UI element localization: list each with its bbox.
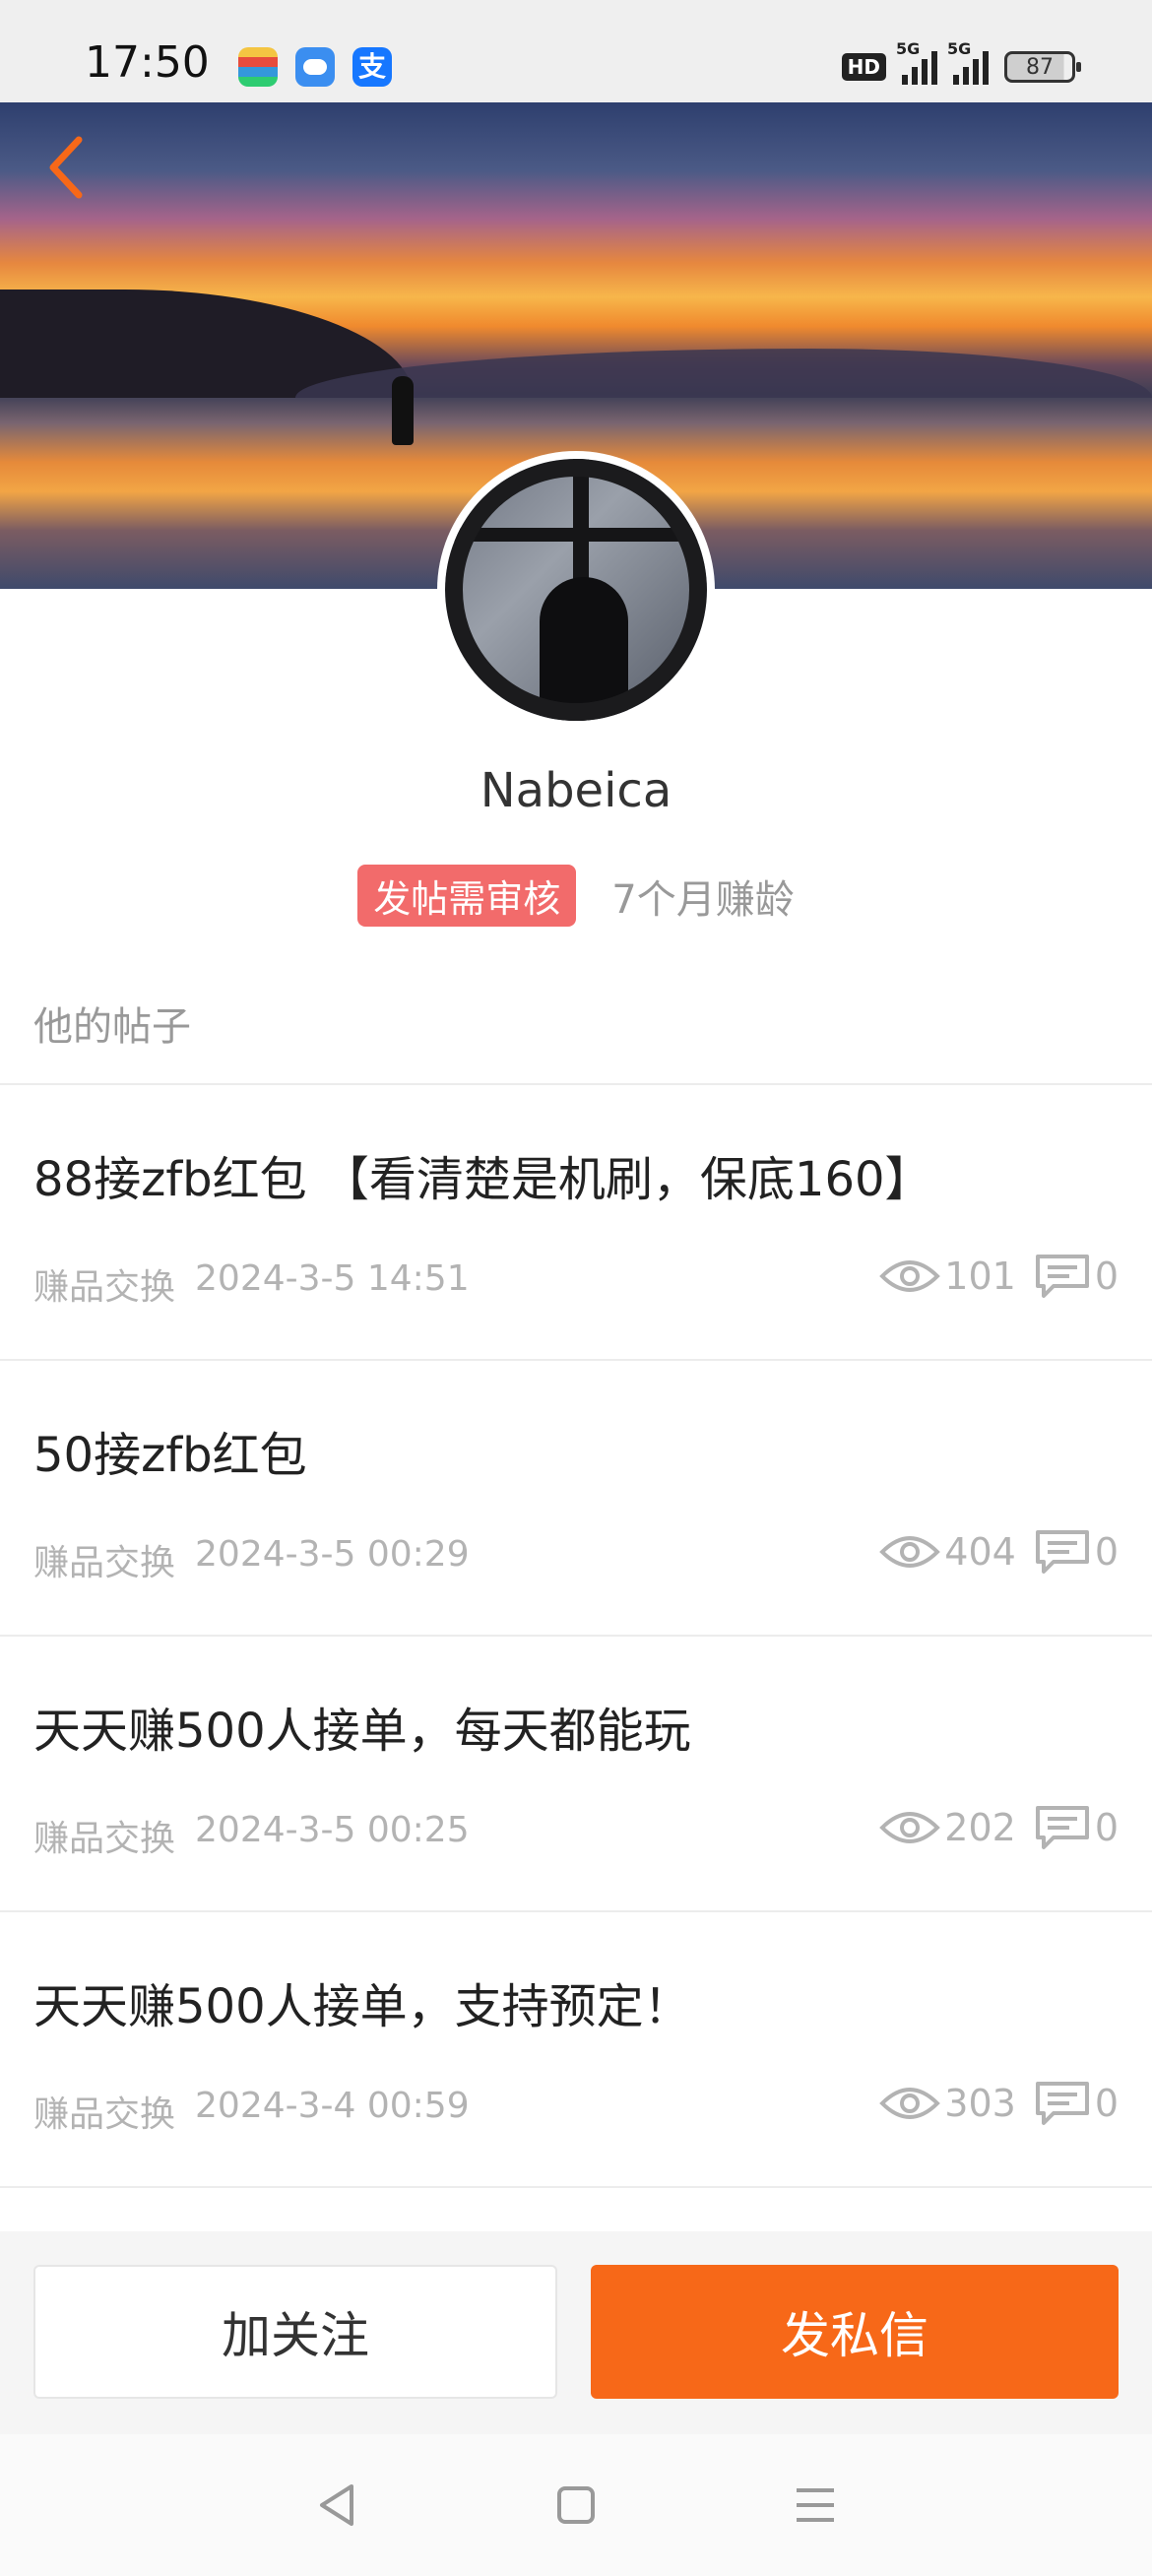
status-indicators: HD 5G 5G 87: [841, 39, 1081, 85]
post-category: 赚品交换: [33, 1543, 176, 1583]
notification-icons: 支: [238, 47, 392, 87]
post-title[interactable]: 50接zfb红包: [33, 1416, 307, 1485]
post-time: 2024-3-5 14:51: [195, 1258, 470, 1299]
home-nav-icon[interactable]: [551, 2480, 601, 2530]
eye-icon: [879, 1260, 941, 1292]
post-meta: 赚品交换 2024-3-5 14:51: [33, 1258, 470, 1310]
signal-icon: 5G: [947, 39, 989, 85]
comment-icon: [1035, 1806, 1089, 1849]
battery-icon: 87: [1004, 51, 1081, 83]
hd-icon: HD: [841, 53, 886, 81]
menu-nav-icon[interactable]: [791, 2480, 840, 2530]
posts-section-title: 他的帖子: [33, 1004, 191, 1050]
profile-badges: 发帖需审核 7个月赚龄: [0, 865, 1152, 927]
post-title[interactable]: 天天赚500人接单，每天都能玩: [33, 1692, 691, 1761]
view-count-value: 202: [944, 1806, 1016, 1849]
avatar[interactable]: [437, 451, 715, 729]
back-nav-icon[interactable]: [312, 2480, 361, 2530]
post-category: 赚品交换: [33, 2094, 176, 2135]
earn-age-label: 7个月赚龄: [611, 876, 795, 923]
comment-count-value: 0: [1094, 1255, 1119, 1298]
eye-icon: [879, 2088, 941, 2119]
post-list: 88接zfb红包 【看清楚是机刷，保底160】 赚品交换 2024-3-5 14…: [0, 1085, 1152, 2188]
comment-icon: [1035, 1255, 1089, 1298]
status-time: 17:50: [85, 37, 210, 88]
post-stats: 101 0: [879, 1253, 1119, 1300]
back-arrow-icon[interactable]: [39, 128, 98, 207]
post-meta: 赚品交换 2024-3-5 00:29: [33, 1534, 470, 1585]
post-stats: 404 0: [879, 1528, 1119, 1576]
eye-icon: [879, 1536, 941, 1568]
post-time: 2024-3-4 00:59: [195, 2086, 470, 2126]
comment-count: 0: [1034, 1528, 1119, 1576]
send-message-button[interactable]: 发私信: [591, 2265, 1119, 2399]
post-item[interactable]: 88接zfb红包 【看清楚是机刷，保底160】 赚品交换 2024-3-5 14…: [0, 1085, 1152, 1361]
post-stats: 303 0: [879, 2080, 1119, 2127]
comment-count-value: 0: [1094, 1806, 1119, 1849]
avatar-image: [445, 459, 707, 721]
post-item[interactable]: 天天赚500人接单，支持预定！ 赚品交换 2024-3-4 00:59 303 …: [0, 1912, 1152, 2188]
comment-count-value: 0: [1094, 1530, 1119, 1574]
view-count: 404: [879, 1530, 1016, 1574]
comment-icon: [1035, 1530, 1089, 1574]
post-time: 2024-3-5 00:29: [195, 1534, 470, 1575]
review-required-badge: 发帖需审核: [357, 865, 577, 927]
view-count-value: 101: [944, 1255, 1016, 1298]
post-category: 赚品交换: [33, 1267, 176, 1308]
view-count-value: 404: [944, 1530, 1016, 1574]
view-count: 202: [879, 1806, 1016, 1849]
comment-count: 0: [1034, 1253, 1119, 1300]
signal-label: 5G: [896, 39, 921, 58]
post-title[interactable]: 天天赚500人接单，支持预定！: [33, 1967, 691, 2036]
view-count-value: 303: [944, 2082, 1016, 2125]
post-item[interactable]: 50接zfb红包 赚品交换 2024-3-5 00:29 404 0: [0, 1361, 1152, 1637]
alipay-app-icon: 支: [352, 47, 392, 87]
post-item[interactable]: 天天赚500人接单，每天都能玩 赚品交换 2024-3-5 00:25 202 …: [0, 1637, 1152, 1912]
post-meta: 赚品交换 2024-3-4 00:59: [33, 2086, 470, 2137]
username: Nabeica: [480, 763, 672, 818]
comment-count-value: 0: [1094, 2082, 1119, 2125]
signal-icon: 5G: [896, 39, 937, 85]
comment-count: 0: [1034, 2080, 1119, 2127]
weather-app-icon: [295, 47, 335, 87]
comment-icon: [1035, 2082, 1089, 2125]
status-bar: 17:50 支 HD 5G 5G 87: [0, 0, 1152, 102]
eye-icon: [879, 1812, 941, 1843]
post-category: 赚品交换: [33, 1819, 176, 1859]
post-title[interactable]: 88接zfb红包 【看清楚是机刷，保底160】: [33, 1140, 932, 1209]
follow-button[interactable]: 加关注: [33, 2265, 557, 2399]
post-time: 2024-3-5 00:25: [195, 1810, 470, 1850]
action-bar: 加关注 发私信: [0, 2231, 1152, 2434]
wallet-app-icon: [238, 47, 278, 87]
system-nav-bar: [0, 2434, 1152, 2576]
view-count: 303: [879, 2082, 1016, 2125]
post-meta: 赚品交换 2024-3-5 00:25: [33, 1810, 470, 1861]
signal-label: 5G: [947, 39, 972, 58]
comment-count: 0: [1034, 1804, 1119, 1851]
view-count: 101: [879, 1255, 1016, 1298]
post-stats: 202 0: [879, 1804, 1119, 1851]
